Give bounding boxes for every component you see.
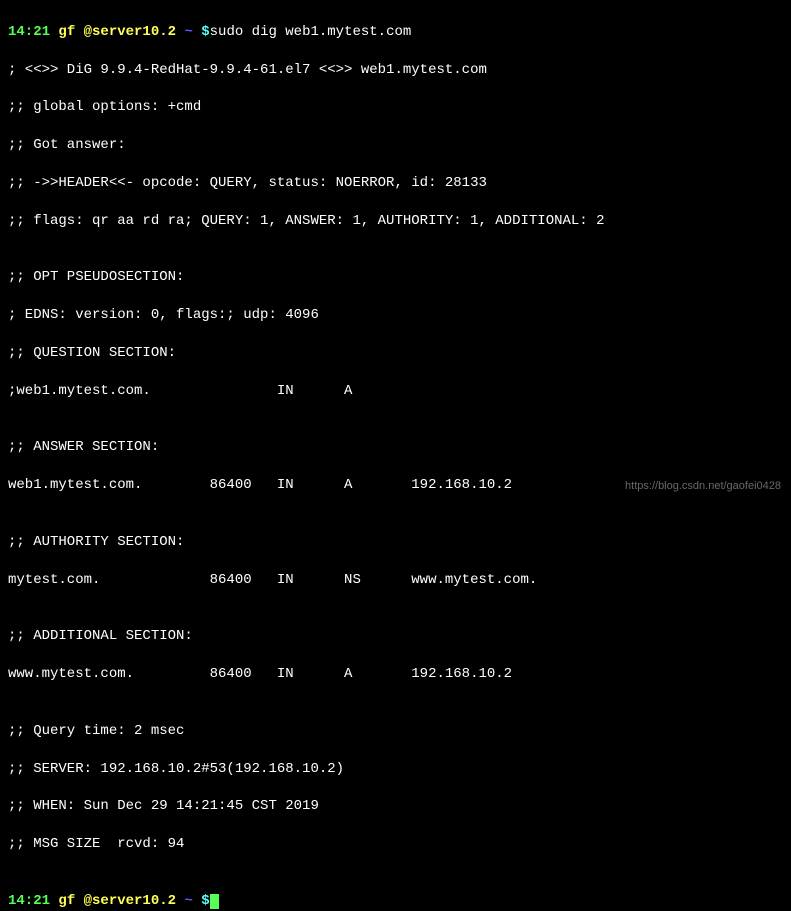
prompt-cwd: ~ — [184, 24, 201, 40]
watermark-text: https://blog.csdn.net/gaofei0428 — [625, 479, 781, 494]
question-record: ;web1.mytest.com. IN A — [8, 382, 783, 401]
header-opcode-line: ;; ->>HEADER<<- opcode: QUERY, status: N… — [8, 174, 783, 193]
terminal-output[interactable]: 14:21 gf @server10.2 ~ $sudo dig web1.my… — [8, 4, 783, 911]
prompt-line-2[interactable]: 14:21 gf @server10.2 ~ $ — [8, 893, 219, 909]
prompt-user-host: gf @server10.2 — [50, 24, 184, 40]
edns-line: ; EDNS: version: 0, flags:; udp: 4096 — [8, 306, 783, 325]
additional-record: www.mytest.com. 86400 IN A 192.168.10.2 — [8, 665, 783, 684]
when-line: ;; WHEN: Sun Dec 29 14:21:45 CST 2019 — [8, 797, 783, 816]
query-time-line: ;; Query time: 2 msec — [8, 722, 783, 741]
prompt-user-host: gf @server10.2 — [50, 893, 184, 909]
command-text: sudo dig web1.mytest.com — [210, 24, 412, 40]
answer-section-header: ;; ANSWER SECTION: — [8, 438, 783, 457]
global-options-line: ;; global options: +cmd — [8, 98, 783, 117]
prompt-cwd: ~ — [184, 893, 201, 909]
authority-section-header: ;; AUTHORITY SECTION: — [8, 533, 783, 552]
msg-size-line: ;; MSG SIZE rcvd: 94 — [8, 835, 783, 854]
prompt-line-1: 14:21 gf @server10.2 ~ $sudo dig web1.my… — [8, 24, 411, 40]
authority-record: mytest.com. 86400 IN NS www.mytest.com. — [8, 571, 783, 590]
got-answer-line: ;; Got answer: — [8, 136, 783, 155]
prompt-time: 14:21 — [8, 24, 50, 40]
question-section-header: ;; QUESTION SECTION: — [8, 344, 783, 363]
prompt-time: 14:21 — [8, 893, 50, 909]
dig-version-line: ; <<>> DiG 9.9.4-RedHat-9.9.4-61.el7 <<>… — [8, 61, 783, 80]
server-line: ;; SERVER: 192.168.10.2#53(192.168.10.2) — [8, 760, 783, 779]
flags-line: ;; flags: qr aa rd ra; QUERY: 1, ANSWER:… — [8, 212, 783, 231]
prompt-dollar: $ — [201, 24, 209, 40]
prompt-dollar: $ — [201, 893, 209, 909]
cursor-icon — [210, 894, 219, 909]
additional-section-header: ;; ADDITIONAL SECTION: — [8, 627, 783, 646]
opt-pseudosection-header: ;; OPT PSEUDOSECTION: — [8, 268, 783, 287]
